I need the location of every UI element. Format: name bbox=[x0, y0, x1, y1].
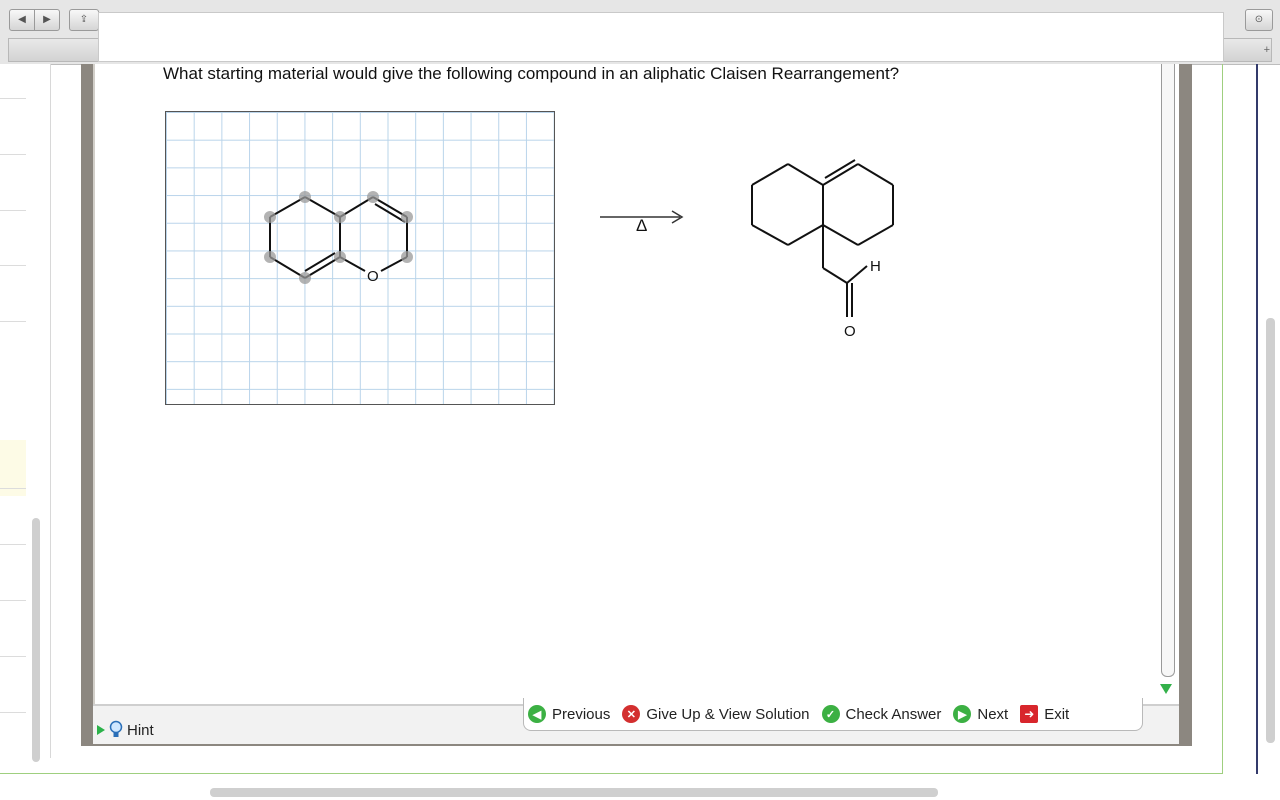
page-horizontal-scrollbar[interactable] bbox=[210, 788, 938, 797]
exit-icon: ➜ bbox=[1020, 705, 1039, 723]
sidebar-divider bbox=[0, 656, 26, 657]
sidebar-divider bbox=[0, 600, 26, 601]
question-content: What starting material would give the fo… bbox=[93, 64, 1155, 704]
question-frame: What starting material would give the fo… bbox=[81, 64, 1192, 746]
previous-label[interactable]: Previous bbox=[552, 706, 610, 723]
scroll-down-arrow-icon[interactable] bbox=[1160, 684, 1172, 694]
give-up-button[interactable]: ✕ Give Up & View Solution bbox=[622, 705, 810, 723]
sidebar-divider bbox=[0, 265, 26, 266]
sidebar-divider bbox=[0, 154, 26, 155]
hint-label[interactable]: Hint bbox=[127, 722, 154, 739]
sidebar-divider bbox=[0, 488, 26, 489]
heat-symbol: Δ bbox=[636, 216, 648, 235]
next-button[interactable]: ▶ Next bbox=[953, 705, 1008, 723]
product-molecule: H O bbox=[751, 159, 894, 340]
sidebar-divider bbox=[0, 210, 26, 211]
frame-scrollbar[interactable] bbox=[1155, 64, 1179, 704]
sidebar-scrollbar[interactable] bbox=[32, 518, 40, 762]
hint-button[interactable]: Hint bbox=[97, 720, 154, 740]
address-overlay bbox=[98, 12, 1224, 62]
bottom-toolbar: Hint ◀ Previous ✕ Give Up & View Solutio… bbox=[93, 698, 1179, 744]
sidebar-divider bbox=[0, 98, 26, 99]
check-answer-label[interactable]: Check Answer bbox=[846, 706, 942, 723]
close-icon: ✕ bbox=[622, 705, 641, 723]
play-icon[interactable] bbox=[97, 725, 105, 735]
question-text: What starting material would give the fo… bbox=[163, 64, 900, 83]
checkmark-icon: ✓ bbox=[821, 705, 840, 723]
scrollbar-track[interactable] bbox=[1161, 64, 1175, 677]
action-buttons: ◀ Previous ✕ Give Up & View Solution ✓ C… bbox=[523, 698, 1143, 731]
arrow-left-icon: ◀ bbox=[528, 705, 546, 723]
lightbulb-icon bbox=[109, 720, 123, 737]
page-vertical-scrollbar[interactable] bbox=[1266, 318, 1275, 743]
page-border bbox=[0, 773, 1223, 774]
drawn-molecule[interactable]: O bbox=[165, 111, 555, 405]
exit-label[interactable]: Exit bbox=[1044, 706, 1069, 723]
left-sidebar bbox=[0, 64, 51, 762]
exit-button[interactable]: ➜ Exit bbox=[1020, 705, 1069, 723]
previous-button[interactable]: ◀ Previous bbox=[528, 705, 610, 723]
share-icon[interactable]: ⇪ bbox=[69, 9, 99, 31]
forward-arrow-icon[interactable]: ▶ bbox=[34, 9, 60, 31]
browser-toolbar: ◀ ▶ ⇪ ⊙ + bbox=[0, 0, 1280, 65]
next-label[interactable]: Next bbox=[977, 706, 1008, 723]
arrow-right-icon: ▶ bbox=[953, 705, 972, 723]
sidebar-divider bbox=[0, 712, 26, 713]
download-icon[interactable]: ⊙ bbox=[1245, 9, 1273, 31]
check-answer-button[interactable]: ✓ Check Answer bbox=[821, 705, 942, 723]
oxygen-atom-label: O bbox=[367, 268, 379, 285]
window-edge bbox=[1256, 64, 1258, 774]
sidebar-divider bbox=[0, 544, 26, 545]
page-border bbox=[1222, 64, 1223, 774]
give-up-label[interactable]: Give Up & View Solution bbox=[646, 706, 809, 723]
oxygen-atom-label: O bbox=[844, 323, 856, 340]
add-icon[interactable]: + bbox=[1264, 44, 1270, 56]
sidebar-divider bbox=[0, 321, 26, 322]
back-arrow-icon[interactable]: ◀ bbox=[9, 9, 35, 31]
hydrogen-atom-label: H bbox=[870, 258, 881, 275]
